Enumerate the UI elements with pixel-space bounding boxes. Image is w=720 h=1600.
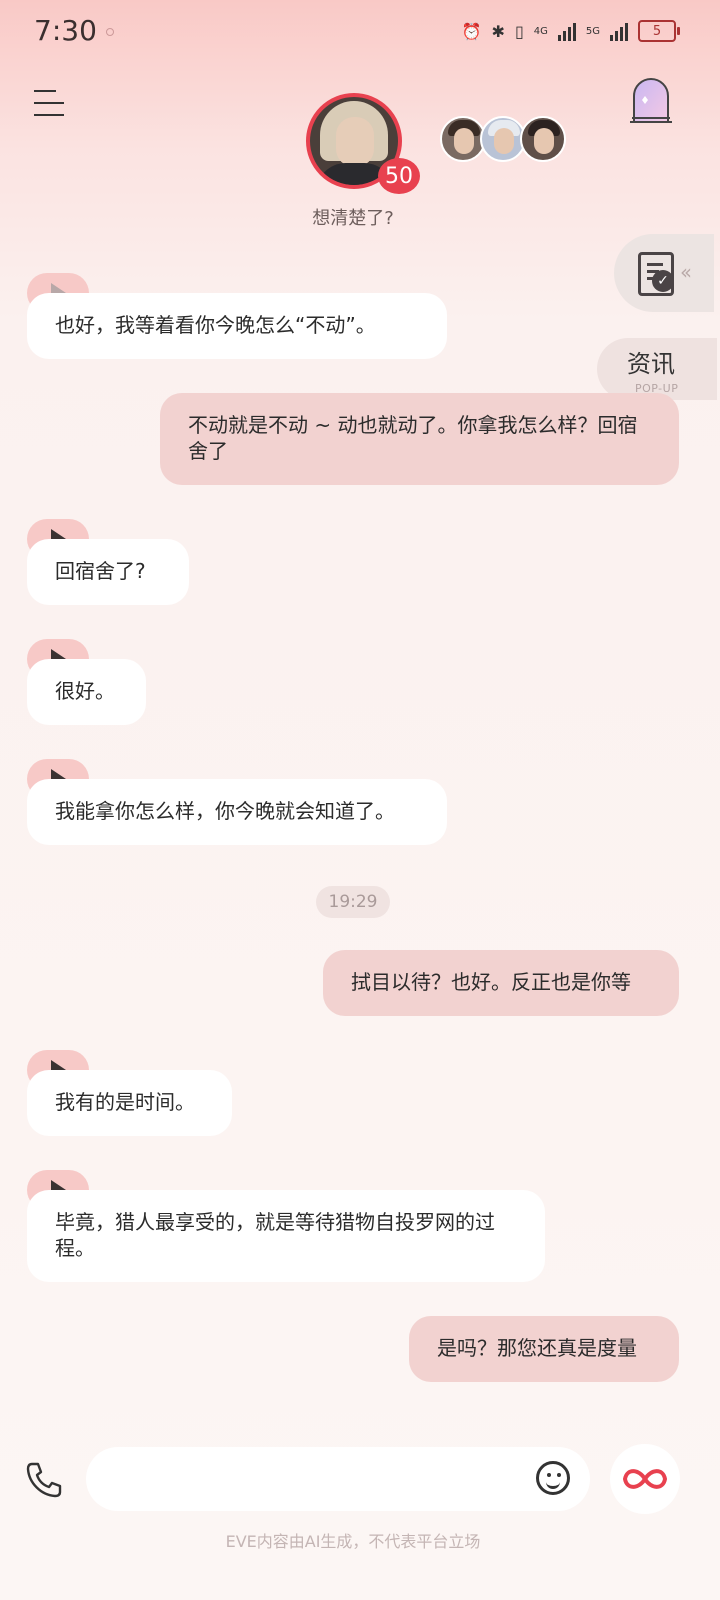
- message-timestamp: 19:29: [316, 886, 390, 918]
- news-popup-title: 资讯: [627, 350, 675, 378]
- portal-door-icon[interactable]: [628, 74, 674, 126]
- message-user: 拭目以待？也好。反正也是你等: [323, 950, 679, 1016]
- message-bot: 我能拿你怎么样，你今晚就会知道了。: [27, 779, 447, 845]
- signal-icon: [557, 21, 576, 41]
- news-popup-button[interactable]: 资讯 POP-UP: [597, 338, 717, 400]
- emoji-icon[interactable]: [536, 1461, 570, 1495]
- vibrate-icon: ▯: [514, 21, 524, 41]
- ai-disclaimer: EVE内容由AI生成，不代表平台立场: [225, 1532, 481, 1551]
- battery-icon: 5: [638, 20, 680, 42]
- network-4g-label: 4G: [533, 25, 548, 37]
- message-bot: 我有的是时间。: [27, 1070, 232, 1136]
- other-characters-avatars[interactable]: [440, 116, 566, 162]
- message-user: 不动就是不动 ~ 动也就动了。你拿我怎么样？回宿舍了: [160, 393, 679, 485]
- phone-call-icon[interactable]: [22, 1458, 66, 1502]
- infinity-icon[interactable]: [610, 1444, 680, 1514]
- summary-document-button[interactable]: ✓ ‹‹: [614, 234, 714, 312]
- chevron-left-icon: ‹‹: [680, 260, 692, 284]
- message-bot: 回宿舍了?: [27, 539, 189, 605]
- network-5g-label: 5G: [585, 25, 600, 37]
- alarm-icon: ⏰: [461, 21, 482, 41]
- message-bot: 毕竟，猎人最享受的，就是等待猎物自投罗网的过程。: [27, 1190, 545, 1282]
- status-indicator-icon: [106, 28, 114, 36]
- message-user: 是吗？那您还真是度量: [409, 1316, 679, 1382]
- message-input[interactable]: [86, 1447, 590, 1511]
- message-bot: 很好。: [27, 659, 146, 725]
- status-time: 7:30: [34, 14, 97, 47]
- mini-avatar-3[interactable]: [520, 116, 566, 162]
- status-icons: ⏰ ✱ ▯ 4G 5G 5: [461, 20, 680, 42]
- affinity-badge: 50: [378, 158, 420, 194]
- message-bot: 也好，我等着看你今晚怎么“不动”。: [27, 293, 447, 359]
- signal-icon-2: [610, 21, 628, 41]
- check-icon: ✓: [652, 270, 674, 292]
- bluetooth-icon: ✱: [491, 21, 505, 41]
- character-status-text: 想清楚了?: [312, 208, 394, 229]
- menu-icon[interactable]: [34, 88, 68, 118]
